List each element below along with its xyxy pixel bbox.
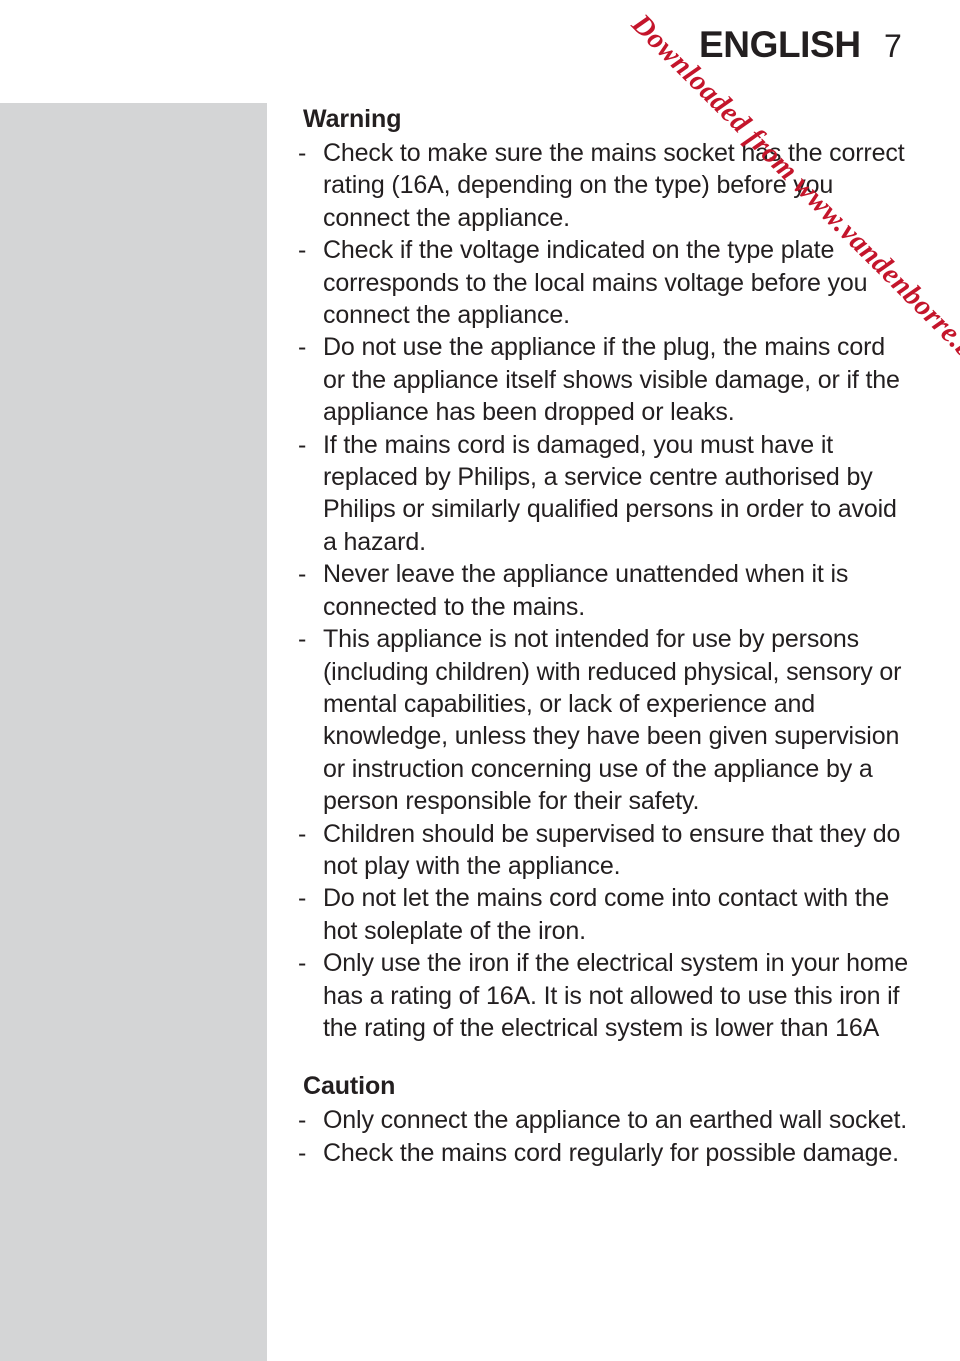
list-item-text: Check the mains cord regularly for possi… [323,1138,899,1167]
list-item: - Do not use the appliance if the plug, … [297,331,909,428]
page-number: 7 [884,28,902,64]
bullet-dash: - [298,625,307,654]
document-page: ENGLISH 7 Warning - Check to make sure t… [0,0,960,1361]
bullet-dash: - [298,236,307,265]
list-item-text: Check to make sure the mains socket has … [323,139,905,232]
bullet-dash: - [298,430,307,459]
list-item: - Never leave the appliance unattended w… [297,558,909,623]
bullet-dash: - [298,139,307,167]
section-heading-caution: Caution [303,1072,396,1101]
list-item: - Only connect the appliance to an earth… [297,1104,909,1136]
bullet-dash: - [298,819,307,848]
bullet-dash: - [298,1138,307,1167]
list-item-text: Children should be supervised to ensure … [323,819,901,880]
list-item-text: Do not let the mains cord come into cont… [323,884,890,945]
list-item-text: Check if the voltage indicated on the ty… [323,236,868,330]
warning-bullet-list: - Check to make sure the mains socket ha… [297,137,909,1044]
bullet-dash: - [298,560,307,589]
caution-bullet-list: - Only connect the appliance to an earth… [297,1104,909,1169]
list-item-text: Do not use the appliance if the plug, th… [323,333,900,427]
bullet-dash: - [298,949,307,978]
list-item: - Check the mains cord regularly for pos… [297,1137,909,1169]
bullet-dash: - [298,884,307,913]
list-item: - Children should be supervised to ensur… [297,818,909,883]
list-item-text: Only connect the appliance to an earthed… [323,1106,908,1135]
list-item: - Only use the iron if the electrical sy… [297,947,909,1044]
list-item-text: If the mains cord is damaged, you must h… [323,430,897,556]
list-item: - This appliance is not intended for use… [297,623,909,817]
page-header: ENGLISH 7 [0,22,960,74]
list-item-text: Never leave the appliance unattended whe… [323,560,849,621]
document-body: Warning - Check to make sure the mains s… [297,103,909,1169]
bullet-dash: - [298,333,307,362]
list-item-text: Only use the iron if the electrical syst… [323,949,909,1042]
list-item: - Check to make sure the mains socket ha… [297,137,909,234]
list-item: - Do not let the mains cord come into co… [297,882,909,947]
left-gray-panel [0,103,267,1361]
section-heading-warning: Warning [303,105,402,133]
header-language-title: ENGLISH [699,24,861,65]
bullet-dash: - [298,1106,307,1135]
list-item: - Check if the voltage indicated on the … [297,234,909,331]
list-item: - If the mains cord is damaged, you must… [297,429,909,559]
list-item-text: This appliance is not intended for use b… [323,625,902,816]
